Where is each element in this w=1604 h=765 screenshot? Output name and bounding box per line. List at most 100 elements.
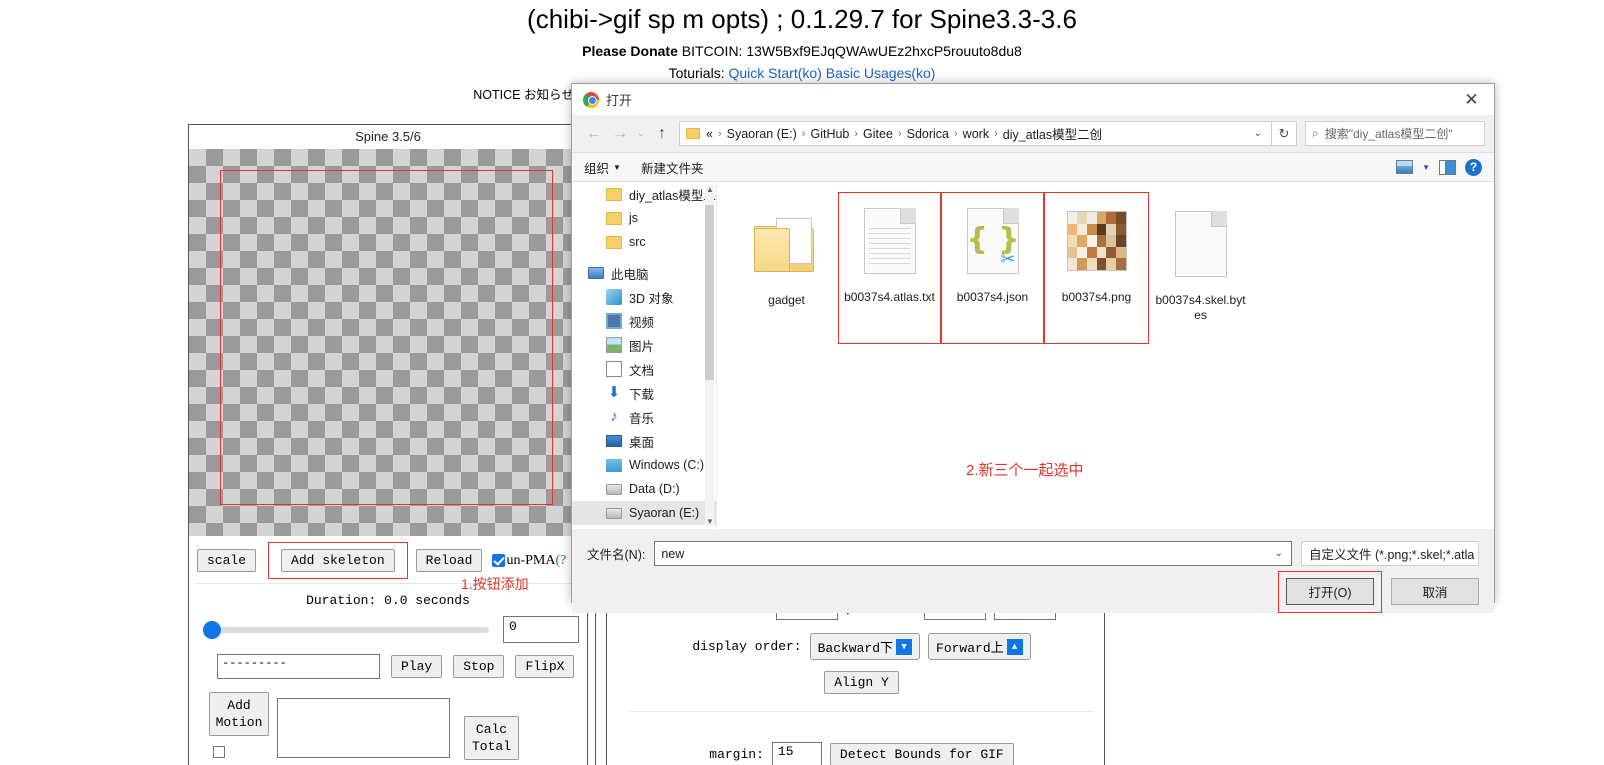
new-folder-button[interactable]: 新建文件夹 [641, 158, 704, 177]
unpma-label: un-PMA [506, 552, 556, 568]
search-placeholder: 搜索"diy_atlas模型二创" [1324, 127, 1453, 141]
align-y-button[interactable]: Align Y [824, 671, 899, 694]
3d-objects-icon [606, 289, 622, 305]
scale-button[interactable]: scale [197, 549, 257, 572]
close-icon[interactable]: ✕ [1449, 84, 1494, 115]
reload-button[interactable]: Reload [415, 549, 483, 572]
recent-locations-icon[interactable]: ⌄ [633, 121, 649, 147]
motion-list[interactable] [277, 698, 450, 758]
sidebar-item-desktop[interactable]: 桌面 [572, 429, 716, 453]
chevron-down-icon[interactable]: ⌄ [1249, 128, 1267, 139]
preview-pane-icon[interactable] [1439, 159, 1456, 175]
sidebar-item-label: 文档 [629, 363, 655, 378]
help-icon[interactable]: ? [1465, 158, 1482, 176]
play-button[interactable]: Play [391, 655, 443, 678]
breadcrumb-item-1[interactable]: GitHub [810, 127, 849, 141]
sidebar-item-diy-atlas[interactable]: diy_atlas模型二 [572, 182, 716, 206]
scroll-down-icon[interactable]: ▼ [706, 517, 714, 526]
sidebar-item-music[interactable]: ♪ 音乐 [572, 405, 716, 429]
refresh-icon[interactable]: ↻ [1272, 121, 1297, 146]
file-item-json[interactable]: { } ✂ b0037s4.json [941, 192, 1044, 344]
documents-icon [606, 361, 622, 377]
calc-total-button[interactable]: Calc Total [464, 716, 520, 760]
file-item-gadget[interactable]: gadget [735, 196, 838, 314]
sidebar-item-3d-objects[interactable]: 3D 对象 [572, 285, 716, 309]
videos-icon [606, 313, 622, 329]
scroll-up-icon[interactable]: ▲ [706, 185, 714, 194]
file-open-dialog: 打开 ✕ ← → ⌄ ↑ « › Syaoran (E:) › GitHub ›… [571, 83, 1495, 613]
breadcrumb-item-0[interactable]: Syaoran (E:) [727, 127, 797, 141]
search-box[interactable]: ⌕ 搜索"diy_atlas模型二创" [1305, 121, 1485, 146]
filetype-select[interactable]: 自定义文件 (*.png;*.skel;*.atla [1301, 541, 1479, 566]
up-icon[interactable]: ↑ [649, 121, 675, 147]
dialog-titlebar: 打开 ✕ [572, 84, 1494, 115]
spine-version-label: Spine 3.5/6 [189, 125, 587, 149]
sidebar-item-downloads[interactable]: ⬇ 下载 [572, 381, 716, 405]
sidebar-item-syaoran-e[interactable]: Syaoran (E:) [572, 501, 716, 525]
timeline-slider[interactable] [203, 620, 489, 639]
view-mode-icon[interactable] [1396, 160, 1414, 174]
sidebar-item-js[interactable]: js [572, 206, 716, 230]
link-basic-usages[interactable]: Basic Usages(ko) [826, 65, 936, 81]
detect-bounds-button[interactable]: Detect Bounds for GIF [829, 742, 1014, 765]
forward-label: Forward上 [936, 641, 1004, 656]
chevron-down-icon[interactable]: ▼ [1422, 163, 1430, 172]
sidebar-item-this-pc[interactable]: 此电脑 [572, 261, 716, 285]
breadcrumb-item-3[interactable]: Sdorica [907, 127, 949, 141]
flipx-button[interactable]: FlipX [515, 655, 575, 678]
stop-button[interactable]: Stop [453, 655, 505, 678]
folder-icon [686, 128, 700, 139]
folder-icon [606, 211, 622, 225]
frame-input[interactable]: 0 [503, 616, 579, 643]
donate-label: Please Donate [582, 43, 678, 59]
unpma-checkbox[interactable] [492, 554, 506, 567]
sidebar-item-windows-c[interactable]: Windows (C:) [572, 453, 716, 477]
link-quick-start[interactable]: Quick Start(ko) [728, 65, 821, 81]
unpma-checkbox-wrap[interactable]: un-PMA (? [492, 553, 566, 569]
sidebar-item-videos[interactable]: 视频 [572, 309, 716, 333]
add-motion-button[interactable]: Add Motion [209, 692, 269, 736]
sidebar-scrollbar[interactable]: ▲ ▼ [705, 185, 714, 526]
file-item-skel-bytes[interactable]: b0037s4.skel.bytes [1149, 196, 1252, 329]
chevron-down-icon[interactable]: ⌄ [1271, 548, 1287, 559]
back-icon[interactable]: ← [581, 121, 607, 147]
backward-button[interactable]: Backward下 ▼ [809, 633, 921, 660]
annotation-2: 2.新三个一起选中 [966, 462, 1084, 479]
sidebar-item-documents[interactable]: 文档 [572, 357, 716, 381]
spine-viewer-panel: Spine 3.5/6 scale Add skeleton Reload un… [188, 124, 588, 765]
sidebar-item-label: 图片 [629, 339, 655, 354]
dialog-body: diy_atlas模型二 js src 此电脑 3D 对象 视频 图片 文档 ⬇… [572, 182, 1494, 529]
breadcrumb-item-2[interactable]: Gitee [863, 127, 893, 141]
scrollbar-thumb[interactable] [705, 205, 714, 380]
file-item-png[interactable]: b0037s4.png [1044, 192, 1149, 344]
breadcrumb-item-4[interactable]: work [963, 127, 989, 141]
timeline-slider-thumb[interactable] [203, 620, 221, 639]
filename-input[interactable]: new ⌄ [654, 541, 1292, 566]
spine-canvas[interactable] [189, 149, 587, 536]
organize-menu[interactable]: 组织 ▼ [584, 158, 621, 177]
forward-button[interactable]: Forward上 ▲ [928, 633, 1031, 660]
address-bar[interactable]: « › Syaoran (E:) › GitHub › Gitee › Sdor… [679, 121, 1272, 146]
cancel-button[interactable]: 取消 [1391, 578, 1479, 605]
calc-label-2: Total [472, 739, 512, 754]
unpma-help-icon[interactable]: (? [555, 553, 566, 569]
breadcrumb-sep: › [897, 127, 902, 140]
sidebar-item-data-d[interactable]: Data (D:) [572, 477, 716, 501]
animation-select[interactable]: --------- [217, 654, 380, 679]
forward-icon[interactable]: → [607, 121, 633, 147]
sidebar-item-src[interactable]: src [572, 230, 716, 254]
breadcrumb-item-5[interactable]: diy_atlas模型二创 [1003, 124, 1102, 143]
motion-loop-checkbox[interactable] [213, 746, 225, 758]
file-name-label: b0037s4.atlas.txt [844, 290, 935, 304]
file-item-atlas-txt[interactable]: b0037s4.atlas.txt [838, 192, 941, 344]
breadcrumb-sep: › [994, 127, 998, 140]
animation-select-value: --------- [222, 656, 287, 670]
sidebar-item-pictures[interactable]: 图片 [572, 333, 716, 357]
add-skeleton-button[interactable]: Add skeleton [281, 549, 395, 572]
margin-input[interactable]: 15 [771, 742, 822, 765]
add-motion-col: Add Motion [209, 692, 269, 763]
open-button[interactable]: 打开(O) [1286, 578, 1374, 605]
add-skeleton-highlight: Add skeleton [268, 542, 408, 579]
filename-row: 文件名(N): new ⌄ 自定义文件 (*.png;*.skel;*.atla [587, 541, 1479, 566]
sidebar-item-label: 音乐 [629, 411, 655, 426]
